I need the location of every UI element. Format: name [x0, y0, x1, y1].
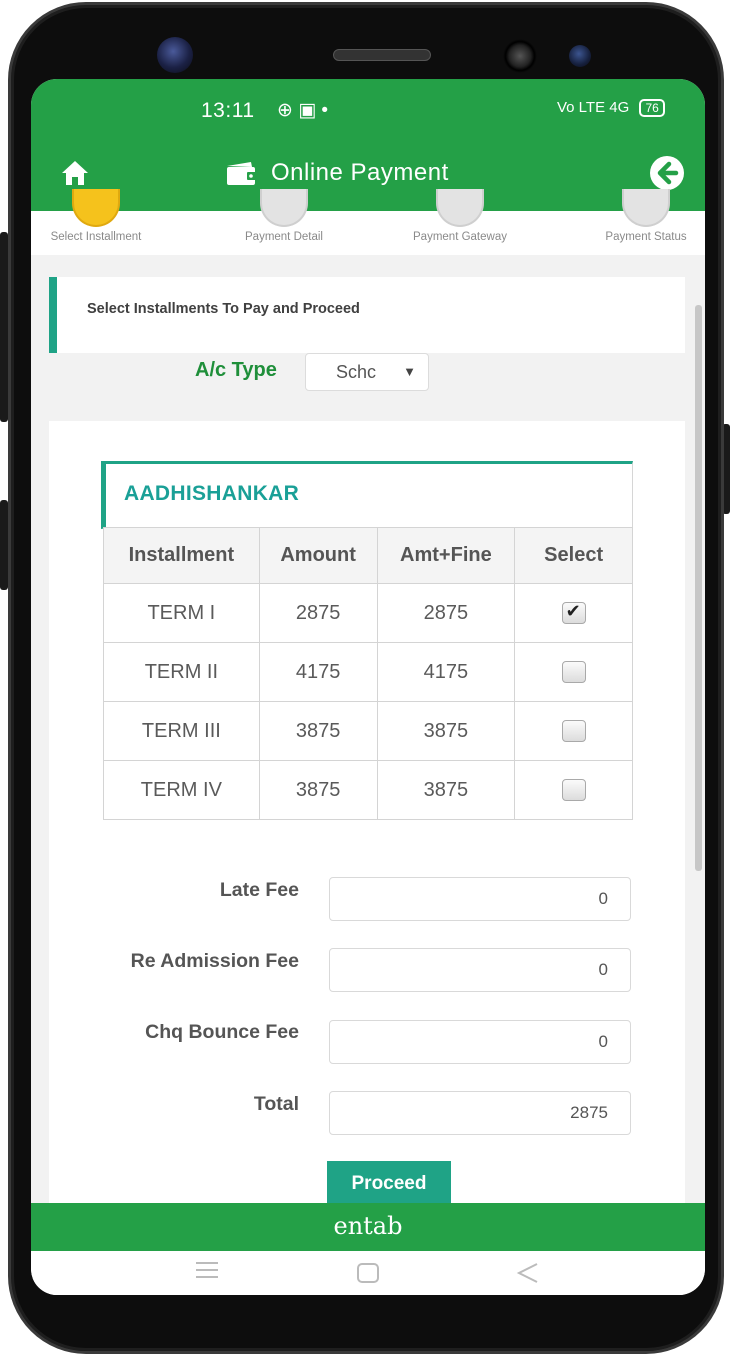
installment-cell: TERM III	[103, 701, 260, 761]
total-label: Total	[253, 1093, 299, 1115]
network-label: Vo LTE 4G	[557, 99, 630, 116]
table-row: TERM I 2875 2875	[103, 583, 633, 643]
select-cell	[514, 642, 633, 702]
column-header: Installment	[103, 527, 260, 584]
step-label: Payment Gateway	[413, 231, 507, 243]
recent-apps-icon[interactable]	[195, 1261, 219, 1279]
account-type-label: A/c Type	[195, 359, 277, 381]
wallet-icon	[227, 162, 257, 185]
step-label: Payment Status	[605, 231, 687, 243]
chq-bounce-fee-field[interactable]: 0	[329, 1020, 631, 1064]
table-row: TERM IV 3875 3875	[103, 760, 633, 820]
instruction-box: Select Installments To Pay and Proceed	[49, 277, 685, 353]
amount-cell: 3875	[258, 760, 378, 820]
chq-bounce-fee-label: Chq Bounce Fee	[145, 1021, 299, 1043]
amt-fine-cell: 3875	[376, 760, 516, 820]
status-bar: 13:11 ⊕ ▣ • Vo LTE 4G 76	[31, 79, 705, 141]
installment-cell: TERM IV	[103, 760, 260, 820]
app-footer: entab	[31, 1203, 705, 1251]
step-indicator	[260, 189, 308, 227]
amt-fine-cell: 4175	[376, 642, 516, 702]
installment-cell: TERM I	[103, 583, 260, 643]
camera-sensor	[503, 39, 537, 73]
select-checkbox[interactable]	[561, 601, 586, 625]
select-checkbox[interactable]	[561, 720, 586, 743]
battery-icon: 76	[639, 99, 665, 118]
step-indicator	[622, 189, 670, 227]
step-indicator-active	[72, 189, 120, 227]
readmission-fee-label: Re Admission Fee	[130, 950, 299, 972]
account-type-value: Schc	[336, 362, 377, 382]
column-header: Select	[514, 527, 633, 584]
notification-icons: ⊕ ▣ •	[277, 100, 329, 121]
readmission-fee-field[interactable]: 0	[329, 948, 631, 992]
amt-fine-cell: 3875	[376, 701, 516, 761]
installment-cell: TERM II	[103, 642, 260, 702]
select-cell	[514, 583, 633, 643]
volume-button	[0, 232, 8, 422]
nav-home-icon[interactable]	[357, 1263, 379, 1283]
school-name: AADHISHANKAR	[124, 482, 300, 505]
amount-cell: 4175	[258, 642, 378, 702]
select-cell	[514, 701, 633, 761]
app-bar: Online Payment	[31, 141, 705, 211]
amount-cell: 3875	[258, 701, 378, 761]
back-arrow-icon[interactable]	[649, 155, 685, 191]
entab-logo: entab	[333, 1212, 403, 1240]
amt-fine-cell: 2875	[376, 583, 516, 643]
school-header: AADHISHANKAR	[101, 461, 633, 529]
dropdown-arrow-icon: ▼	[403, 364, 416, 379]
account-type-select[interactable]: Schc ▼	[305, 353, 429, 391]
page-title: Online Payment	[225, 159, 449, 187]
late-fee-field[interactable]: 0	[329, 877, 631, 921]
proceed-button[interactable]: Proceed	[327, 1161, 451, 1207]
payment-steps: Select Installment Payment Detail Paymen…	[31, 189, 705, 255]
table-row: TERM III 3875 3875	[103, 701, 633, 761]
select-checkbox[interactable]	[561, 779, 586, 802]
late-fee-label: Late Fee	[219, 879, 299, 901]
total-field[interactable]: 2875	[329, 1091, 631, 1135]
table-header-row: Installment Amount Amt+Fine Select	[103, 527, 633, 584]
network-status: Vo LTE 4G 76	[557, 99, 665, 118]
scrollbar[interactable]	[695, 305, 702, 871]
table-row: TERM II 4175 4175	[103, 642, 633, 702]
proximity-sensor	[569, 45, 591, 67]
status-time: 13:11	[201, 99, 255, 122]
step-label: Select Installment	[50, 231, 142, 243]
earpiece-speaker	[333, 49, 431, 61]
system-nav-bar	[31, 1251, 705, 1295]
nav-back-icon[interactable]	[515, 1261, 541, 1285]
amount-cell: 2875	[258, 583, 378, 643]
column-header: Amount	[258, 527, 378, 584]
screen: 13:11 ⊕ ▣ • Vo LTE 4G 76 Online Payment	[31, 79, 705, 1295]
step-indicator	[436, 189, 484, 227]
instruction-text: Select Installments To Pay and Proceed	[87, 301, 360, 317]
side-button	[0, 500, 8, 590]
select-cell	[514, 760, 633, 820]
home-icon[interactable]	[59, 157, 91, 189]
phone-frame: 13:11 ⊕ ▣ • Vo LTE 4G 76 Online Payment	[8, 2, 724, 1354]
select-checkbox[interactable]	[561, 661, 586, 684]
column-header: Amt+Fine	[376, 527, 516, 584]
front-camera	[157, 37, 193, 73]
installment-table: Installment Amount Amt+Fine Select TERM …	[103, 527, 633, 820]
step-label: Payment Detail	[245, 231, 323, 243]
battery-level: 76	[645, 101, 659, 116]
page-title-text: Online Payment	[271, 159, 449, 186]
